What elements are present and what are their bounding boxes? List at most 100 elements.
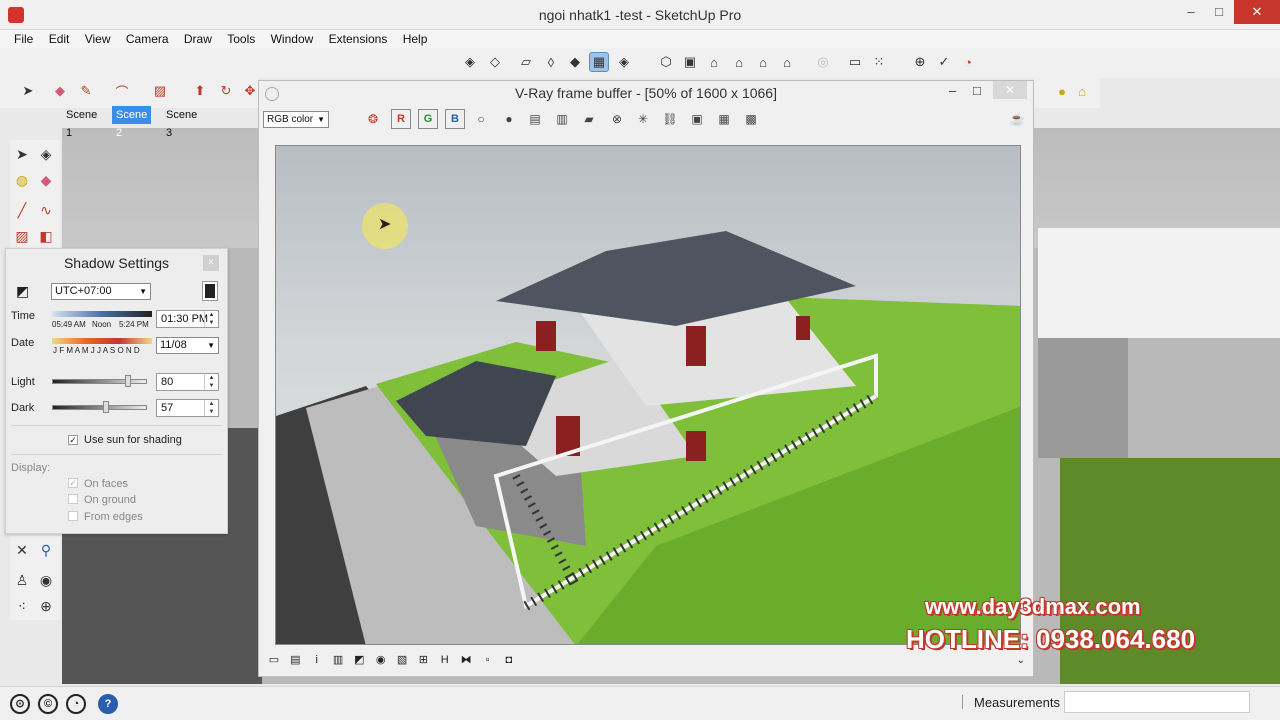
position-camera-icon[interactable]: ♙ (12, 570, 32, 590)
rotate-icon[interactable]: ↻ (216, 81, 236, 101)
top-view-icon[interactable]: ▣ (680, 52, 700, 72)
tape-measure-icon[interactable]: ⌂ (1072, 81, 1092, 101)
section-plane-icon[interactable]: ▭ (845, 52, 865, 72)
dark-field[interactable]: 57 ▲ ▼ (156, 399, 219, 417)
rotated-rect-tool-icon[interactable]: ◧ (36, 226, 56, 246)
select-tool-icon[interactable]: ➤ (12, 144, 32, 164)
menu-tools[interactable]: Tools (221, 30, 261, 46)
left-view-icon[interactable]: ⌂ (777, 52, 797, 72)
front-view-icon[interactable]: ⌂ (704, 52, 724, 72)
region-render-icon[interactable]: ▦ (714, 109, 734, 129)
minimize-button[interactable]: – (1176, 0, 1206, 24)
alpha-channel-icon[interactable]: ○ (471, 109, 491, 129)
use-sun-checkbox[interactable]: ✓ (68, 435, 78, 445)
iso-view-icon[interactable]: ⬡ (656, 52, 676, 72)
rectangle-icon[interactable]: ▨ (150, 81, 170, 101)
paint-bucket-icon[interactable]: ● (1052, 81, 1072, 101)
history-panel-icon[interactable]: ▤ (286, 653, 304, 666)
push-pull-icon[interactable]: ⬆ (190, 81, 210, 101)
measurements-input[interactable] (1064, 691, 1250, 713)
menu-window[interactable]: Window (265, 30, 320, 46)
time-slider[interactable] (52, 311, 152, 317)
red-channel-button[interactable]: R (391, 109, 411, 129)
menu-view[interactable]: View (79, 30, 117, 46)
from-edges-checkbox[interactable] (68, 511, 78, 521)
freehand-tool-icon[interactable]: ∿ (36, 200, 56, 220)
on-ground-checkbox[interactable] (68, 494, 78, 504)
wireframe-style-icon[interactable]: ▱ (516, 52, 536, 72)
maximize-button[interactable]: □ (1204, 0, 1234, 24)
back-view-icon[interactable]: ⌂ (753, 52, 773, 72)
curve-icon[interactable]: ◩ (350, 653, 368, 666)
vfb-maximize-button[interactable]: □ (973, 83, 981, 98)
paint-tool-icon[interactable]: ◍ (12, 170, 32, 190)
shaded-textures-style-icon[interactable]: ▦ (589, 52, 609, 72)
hsv-icon[interactable]: H (436, 654, 454, 666)
back-edges-style-icon[interactable]: ◇ (485, 52, 505, 72)
color-corrections-icon[interactable]: ❂ (363, 109, 383, 129)
help-icon[interactable]: ? (98, 694, 118, 714)
eraser-tool-icon[interactable]: ◆ (36, 170, 56, 190)
monochrome-style-icon[interactable]: ◈ (614, 52, 634, 72)
user-icon[interactable]: ◔ (66, 694, 86, 714)
dark-spinner-icon[interactable]: ▲ ▼ (204, 400, 218, 416)
arc-icon[interactable]: ⌒ (112, 81, 132, 101)
render-teapot-icon[interactable]: ☕ (1007, 109, 1027, 129)
sun-pin-icon[interactable]: ✓ (934, 52, 954, 72)
dark-slider[interactable] (52, 405, 147, 410)
track-mouse-icon[interactable]: ✳ (633, 109, 653, 129)
shadow-toggle-icon[interactable]: ◩ (16, 284, 34, 298)
light-slider-thumb[interactable] (125, 375, 131, 387)
pencil-icon[interactable]: ✎ (76, 81, 96, 101)
mono-channel-icon[interactable]: ● (499, 109, 519, 129)
white-balance-icon[interactable]: ▧ (393, 653, 411, 666)
light-spinner-icon[interactable]: ▲ ▼ (204, 374, 218, 390)
select-arrow-icon[interactable]: ➤ (18, 81, 38, 101)
details-toggle-icon[interactable] (202, 281, 218, 301)
timezone-select[interactable]: UTC+07:00 ▼ (51, 283, 151, 300)
lut-icon[interactable]: ⊞ (414, 653, 432, 666)
history-icon[interactable]: ▣ (687, 109, 707, 129)
shaded-style-icon[interactable]: ◆ (565, 52, 585, 72)
time-spinner-icon[interactable]: ▲ ▼ (204, 311, 218, 327)
menu-extensions[interactable]: Extensions (323, 30, 394, 46)
on-faces-checkbox[interactable]: ✓ (68, 478, 78, 488)
component-tool-icon[interactable]: ◈ (36, 144, 56, 164)
menu-camera[interactable]: Camera (120, 30, 175, 46)
date-slider[interactable] (52, 338, 152, 344)
menu-help[interactable]: Help (397, 30, 434, 46)
compare-icon[interactable]: ⧓ (457, 653, 475, 666)
hidden-line-style-icon[interactable]: ◊ (541, 52, 561, 72)
show-corrections-icon[interactable]: ▩ (741, 109, 761, 129)
scene-tab-3[interactable]: Scene 3 (162, 106, 201, 139)
geo-location-icon[interactable]: ◔ (958, 52, 978, 72)
clear-image-icon[interactable]: ⊗ (607, 109, 627, 129)
time-field[interactable]: 01:30 PM ▲ ▼ (156, 310, 219, 328)
scene-tab-2[interactable]: Scene 2 (112, 106, 152, 139)
green-channel-button[interactable]: G (418, 109, 438, 129)
load-image-icon[interactable]: ▰ (579, 109, 599, 129)
save-all-icon[interactable]: ▥ (552, 109, 572, 129)
panel-toggle-icon[interactable]: ▭ (265, 653, 283, 666)
shadow-settings-close-button[interactable]: × (203, 255, 219, 271)
channel-select[interactable]: RGB color ▼ (263, 111, 329, 128)
expand-chevron-icon[interactable]: ⌄ (1017, 655, 1025, 666)
blue-channel-button[interactable]: B (445, 109, 465, 129)
zoom-extents-icon[interactable]: ✕ (12, 540, 32, 560)
stamp-icon[interactable]: ▫ (478, 654, 496, 666)
right-view-icon[interactable]: ⌂ (729, 52, 749, 72)
rectangle-tool-icon[interactable]: ▨ (12, 226, 32, 246)
look-around-icon[interactable]: ◉ (36, 570, 56, 590)
levels-icon[interactable]: ▥ (329, 653, 347, 666)
lens-effects-icon[interactable]: ⛓ (660, 109, 680, 129)
credits-icon[interactable]: © (38, 694, 58, 714)
close-button[interactable]: ✕ (1234, 0, 1280, 24)
menu-edit[interactable]: Edit (43, 30, 76, 46)
xray-style-icon[interactable]: ◈ (460, 52, 480, 72)
info-icon[interactable]: i (308, 654, 326, 666)
line-tool-icon[interactable]: ╱ (12, 200, 32, 220)
menu-draw[interactable]: Draw (178, 30, 218, 46)
eraser-icon[interactable]: ◆ (50, 81, 70, 101)
menu-file[interactable]: File (8, 30, 39, 46)
orbit-target-icon[interactable]: ⊕ (36, 596, 56, 616)
